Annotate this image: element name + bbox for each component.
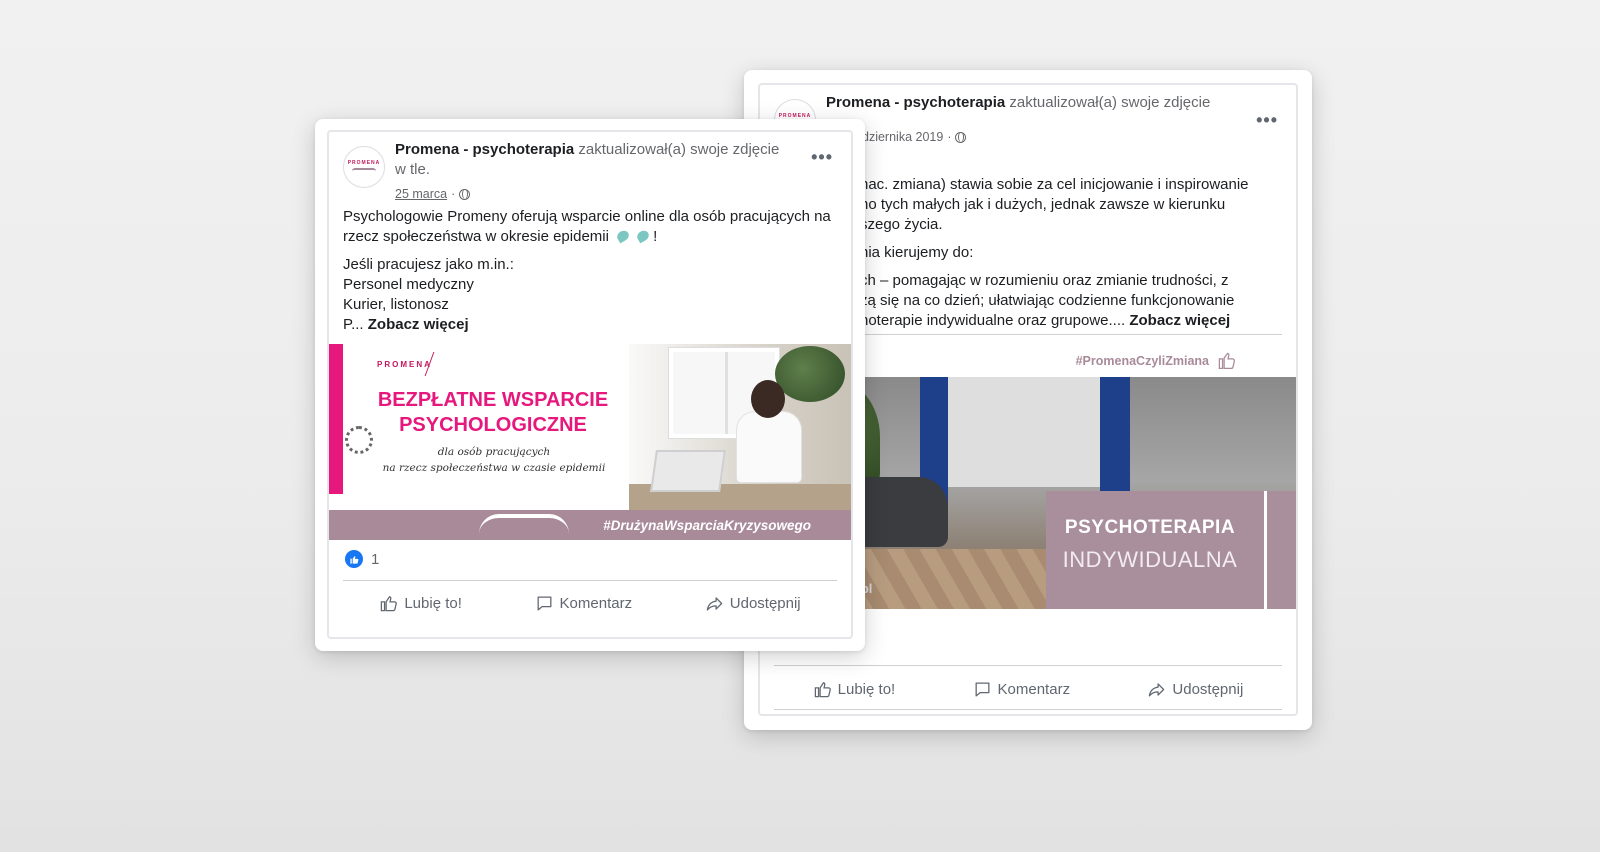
like-label: Lubię to! — [404, 594, 462, 612]
window-shape — [944, 377, 1104, 487]
post-date[interactable]: dziernika 2019 — [862, 127, 943, 147]
promena-logo-icon: PROMENA — [347, 160, 381, 166]
plant-shape — [775, 346, 845, 402]
comment-button[interactable]: Komentarz — [973, 680, 1071, 699]
thumb-up-icon — [814, 681, 831, 697]
comment-icon — [537, 596, 552, 610]
pink-accent-bar — [329, 344, 343, 494]
comment-label: Komentarz — [559, 594, 633, 612]
more-options-button[interactable]: ••• — [811, 148, 833, 166]
promena-logo-text: PROMENA — [377, 360, 432, 369]
front-post-frame: PROMENA Promena - psychoterapia zaktuali… — [327, 130, 853, 639]
like-button[interactable]: Lubię to! — [379, 594, 462, 613]
comment-label: Komentarz — [997, 680, 1071, 698]
reaction-summary[interactable]: 1 — [345, 550, 379, 568]
post-text-line: Jeśli pracujesz jako m.in.: — [343, 256, 514, 273]
promo-subtitle-line: na rzecz społeczeństwa w czasie epidemii — [382, 462, 606, 474]
thumb-up-outline-icon — [1218, 352, 1236, 370]
hands-line-icon — [1264, 491, 1270, 609]
promo-title-line: BEZPŁATNE WSPARCIE — [377, 389, 609, 411]
more-options-button[interactable]: ••• — [1256, 111, 1278, 129]
image-hashtag: #DrużynaWsparciaKryzysowego — [603, 518, 811, 533]
post-text-line: zą się na co dzień; ułatwiając codzienne… — [860, 292, 1235, 309]
back-post-body: nac. zmiana) stawia sobie za cel inicjow… — [860, 175, 1282, 331]
comment-button[interactable]: Komentarz — [535, 594, 633, 613]
post-text-line: Kurier, listonosz — [343, 296, 449, 313]
post-text-line: nia kierujemy do: — [860, 244, 974, 261]
post-text-paragraph: Psychologowie Promeny oferują wsparcie o… — [343, 208, 831, 245]
front-post-header: PROMENA Promena - psychoterapia zaktuali… — [343, 140, 837, 212]
post-date[interactable]: 25 marca — [395, 184, 447, 204]
divider — [774, 665, 1282, 666]
hashtag-bar: #DrużynaWsparciaKryzysowego — [329, 510, 851, 540]
laptop-shape — [650, 450, 726, 492]
post-text-line: hoterapie indywidualne oraz grupowe.... — [860, 312, 1126, 329]
post-text-line: no tych małych jak i dużych, jednak zaws… — [860, 196, 1226, 213]
front-post-image[interactable]: PROMENA BEZPŁATNE WSPARCIE PSYCHOLOGICZN… — [329, 344, 851, 540]
hands-logo-icon — [352, 168, 376, 174]
like-reaction-icon — [345, 550, 363, 568]
promo-subtitle: dla osób pracujących na rzecz społeczeńs… — [369, 444, 619, 476]
logo-mark-icon — [424, 352, 452, 376]
post-text-line: nac. zmiana) stawia sobie za cel inicjow… — [860, 176, 1249, 193]
promo-subtitle-line: dla osób pracujących — [437, 446, 551, 458]
page-name-link[interactable]: Promena - psychoterapia — [826, 94, 1005, 111]
image-title: PSYCHOTERAPIA — [1064, 517, 1236, 538]
promo-text-area: PROMENA BEZPŁATNE WSPARCIE PSYCHOLOGICZN… — [329, 344, 629, 510]
post-text-line: szego życia. — [860, 216, 943, 233]
back-post-actions: Lubię to! Komentarz Udostępnij — [774, 670, 1282, 708]
see-more-link[interactable]: Zobacz więcej — [368, 316, 469, 333]
desk-shape — [609, 484, 851, 510]
droplet-emoji-icon — [635, 228, 651, 244]
share-icon — [706, 596, 723, 610]
share-label: Udostępnij — [1172, 680, 1244, 698]
divider — [774, 709, 1282, 710]
post-text-line: P... — [343, 316, 364, 333]
promo-title: BEZPŁATNE WSPARCIE PSYCHOLOGICZNE — [363, 388, 623, 438]
thumb-up-icon — [381, 595, 398, 611]
post-action-text: zaktualizował(a) swoje zdjęcie — [1009, 94, 1211, 111]
front-post-actions: Lubię to! Komentarz Udostępnij — [343, 584, 837, 622]
hashtag-text: #PromenaCzyliZmiana — [1075, 353, 1209, 368]
like-button[interactable]: Lubię to! — [813, 680, 896, 699]
comment-icon — [975, 682, 989, 696]
office-photo — [609, 344, 851, 510]
globe-icon — [955, 131, 967, 143]
person-shape — [737, 412, 801, 482]
share-icon — [1149, 682, 1165, 696]
divider — [343, 580, 837, 581]
share-label: Udostępnij — [729, 594, 801, 612]
like-count: 1 — [371, 550, 380, 568]
globe-icon — [459, 188, 471, 200]
promo-title-line: PSYCHOLOGICZNE — [399, 414, 587, 436]
droplet-emoji-icon — [615, 228, 631, 244]
post-text-line: ch – pomagając w rozumieniu oraz zmianie… — [860, 272, 1229, 289]
page-name-link[interactable]: Promena - psychoterapia — [395, 141, 574, 158]
like-label: Lubię to! — [837, 680, 896, 698]
hands-icon — [479, 514, 569, 534]
share-button[interactable]: Udostępnij — [705, 594, 801, 613]
hashtag-row: #PromenaCzyliZmiana — [1076, 351, 1236, 370]
see-more-link[interactable]: Zobacz więcej — [1129, 312, 1230, 329]
share-button[interactable]: Udostępnij — [1147, 680, 1243, 699]
post-text-punctuation: ! — [653, 228, 658, 245]
post-text-line: Personel medyczny — [343, 276, 474, 293]
person-head-shape — [751, 380, 785, 418]
front-post-body: Psychologowie Promeny oferują wsparcie o… — [343, 207, 837, 335]
image-subtitle: INDYWIDUALNA — [1062, 547, 1238, 572]
front-post-card: PROMENA Promena - psychoterapia zaktuali… — [315, 119, 865, 651]
page-avatar[interactable]: PROMENA — [343, 146, 385, 188]
